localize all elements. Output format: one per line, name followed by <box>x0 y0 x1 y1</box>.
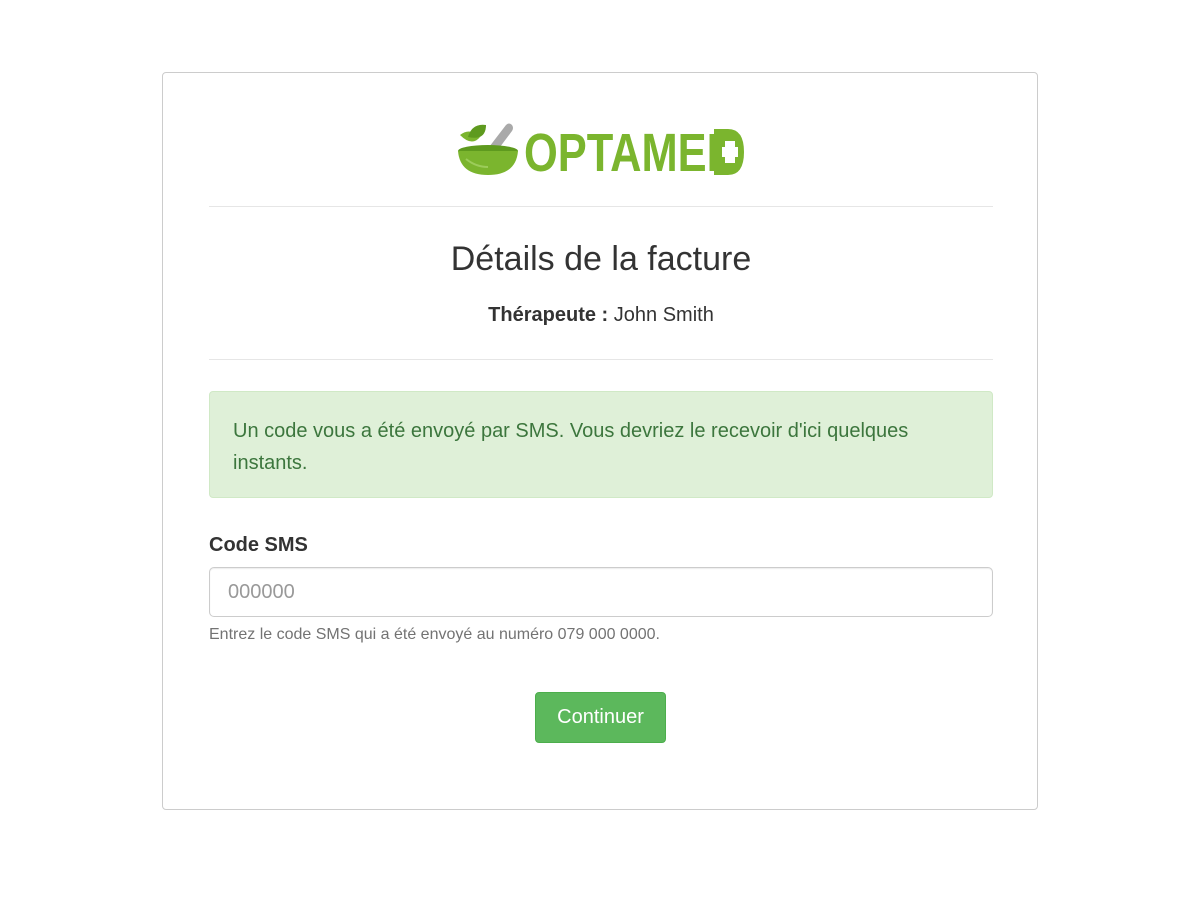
sms-code-label: Code SMS <box>209 534 308 556</box>
optamed-logo: OPTAMED <box>209 117 993 181</box>
page-title: Détails de la facture <box>450 240 752 278</box>
brand-name: OPTAMED <box>524 123 738 177</box>
middle-divider <box>209 359 993 360</box>
therapist-info: Thérapeute : John Smith <box>209 301 993 329</box>
sms-sent-alert: Un code vous a été envoyé par SMS. Vous … <box>209 391 993 498</box>
invoice-card: OPTAMED Détails de la facture Thérapeute… <box>162 72 1038 810</box>
brand-wordmark: OPTAMED <box>524 123 744 177</box>
therapist-label: Thérapeute : <box>488 304 609 326</box>
sms-code-input[interactable] <box>209 567 993 617</box>
therapist-name: John Smith <box>613 304 714 326</box>
continue-button[interactable]: Continuer <box>535 692 666 743</box>
top-divider <box>209 206 993 207</box>
mortar-pestle-leaf-icon <box>458 123 518 175</box>
sms-help-text: Entrez le code SMS qui a été envoyé au n… <box>209 626 660 643</box>
